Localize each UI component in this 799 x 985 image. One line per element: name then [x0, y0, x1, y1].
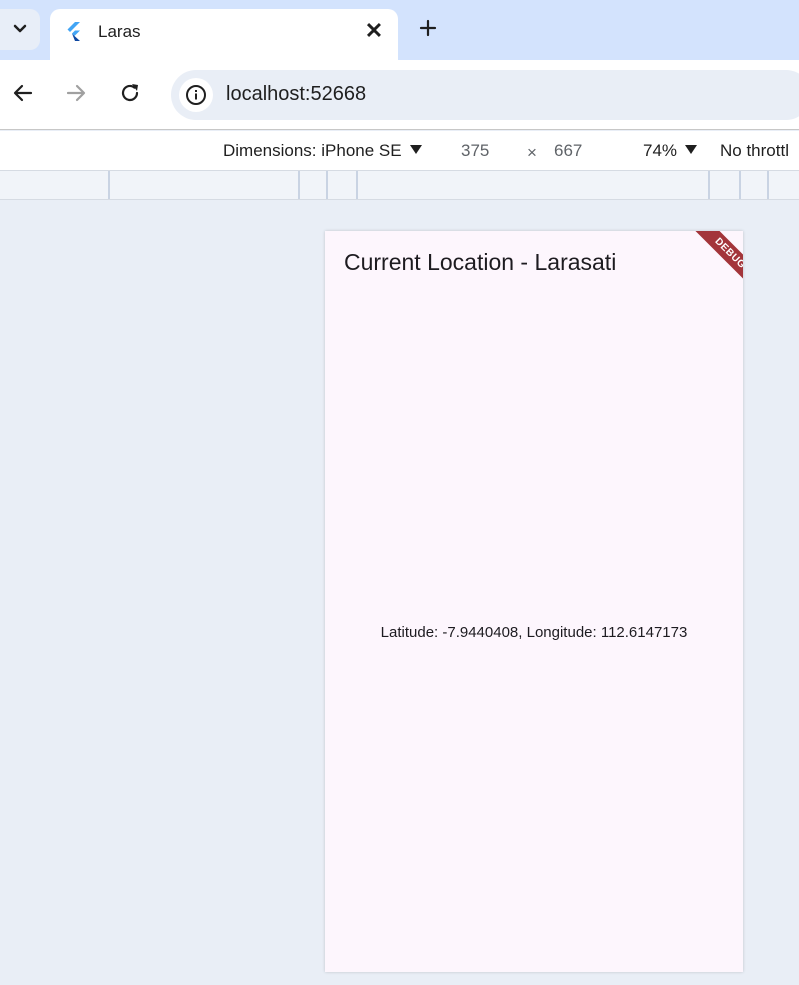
arrow-left-icon — [12, 82, 34, 109]
tab-search-button[interactable] — [0, 9, 40, 50]
tab-laras[interactable]: Laras ✕ — [50, 9, 398, 60]
app-screen: Current Location - Larasati Latitude: -7… — [325, 231, 743, 972]
media-query-marker[interactable] — [767, 171, 769, 199]
media-query-marker[interactable] — [298, 171, 300, 199]
media-query-marker[interactable] — [739, 171, 741, 199]
address-bar[interactable]: localhost:52668 — [171, 70, 799, 120]
media-query-marker[interactable] — [108, 171, 110, 199]
flutter-icon — [64, 21, 84, 41]
chevron-down-icon — [13, 21, 27, 39]
reload-icon — [119, 82, 141, 109]
media-query-bar — [0, 171, 799, 200]
back-button[interactable] — [6, 78, 40, 112]
throttle-dropdown[interactable]: No throttl — [720, 141, 789, 161]
device-viewport: Current Location - Larasati Latitude: -7… — [0, 201, 799, 985]
caret-down-icon — [409, 145, 422, 154]
dimensions-dropdown[interactable]: Dimensions: iPhone SE — [223, 141, 422, 161]
device-toolbar: Dimensions: iPhone SE 375 × 667 74% No t… — [0, 131, 799, 171]
browser-toolbar: localhost:52668 — [0, 60, 799, 130]
media-query-marker[interactable] — [708, 171, 710, 199]
height-input[interactable]: 667 — [554, 141, 582, 161]
new-tab-button[interactable] — [412, 14, 444, 46]
forward-button[interactable] — [59, 78, 93, 112]
tab-strip: Laras ✕ — [0, 0, 799, 60]
reload-button[interactable] — [113, 78, 147, 112]
plus-icon — [419, 19, 437, 42]
location-text: Latitude: -7.9440408, Longitude: 112.614… — [380, 624, 688, 641]
app-bar-title: Current Location - Larasati — [344, 249, 617, 275]
url-text: localhost:52668 — [226, 83, 367, 105]
debug-banner-label: DEBUG — [685, 231, 743, 299]
times-separator: × — [527, 143, 537, 162]
close-icon[interactable]: ✕ — [360, 17, 388, 45]
width-input[interactable]: 375 — [461, 141, 489, 161]
zoom-label: 74% — [643, 141, 678, 160]
dimensions-label: Dimensions: iPhone SE — [223, 141, 402, 160]
arrow-right-icon — [65, 82, 87, 109]
zoom-dropdown[interactable]: 74% — [643, 141, 698, 161]
tab-title: Laras — [98, 22, 141, 41]
media-query-marker[interactable] — [326, 171, 328, 199]
debug-banner: DEBUG — [663, 231, 743, 311]
media-query-marker[interactable] — [356, 171, 358, 199]
caret-down-icon — [685, 145, 698, 154]
info-icon[interactable] — [179, 78, 213, 112]
